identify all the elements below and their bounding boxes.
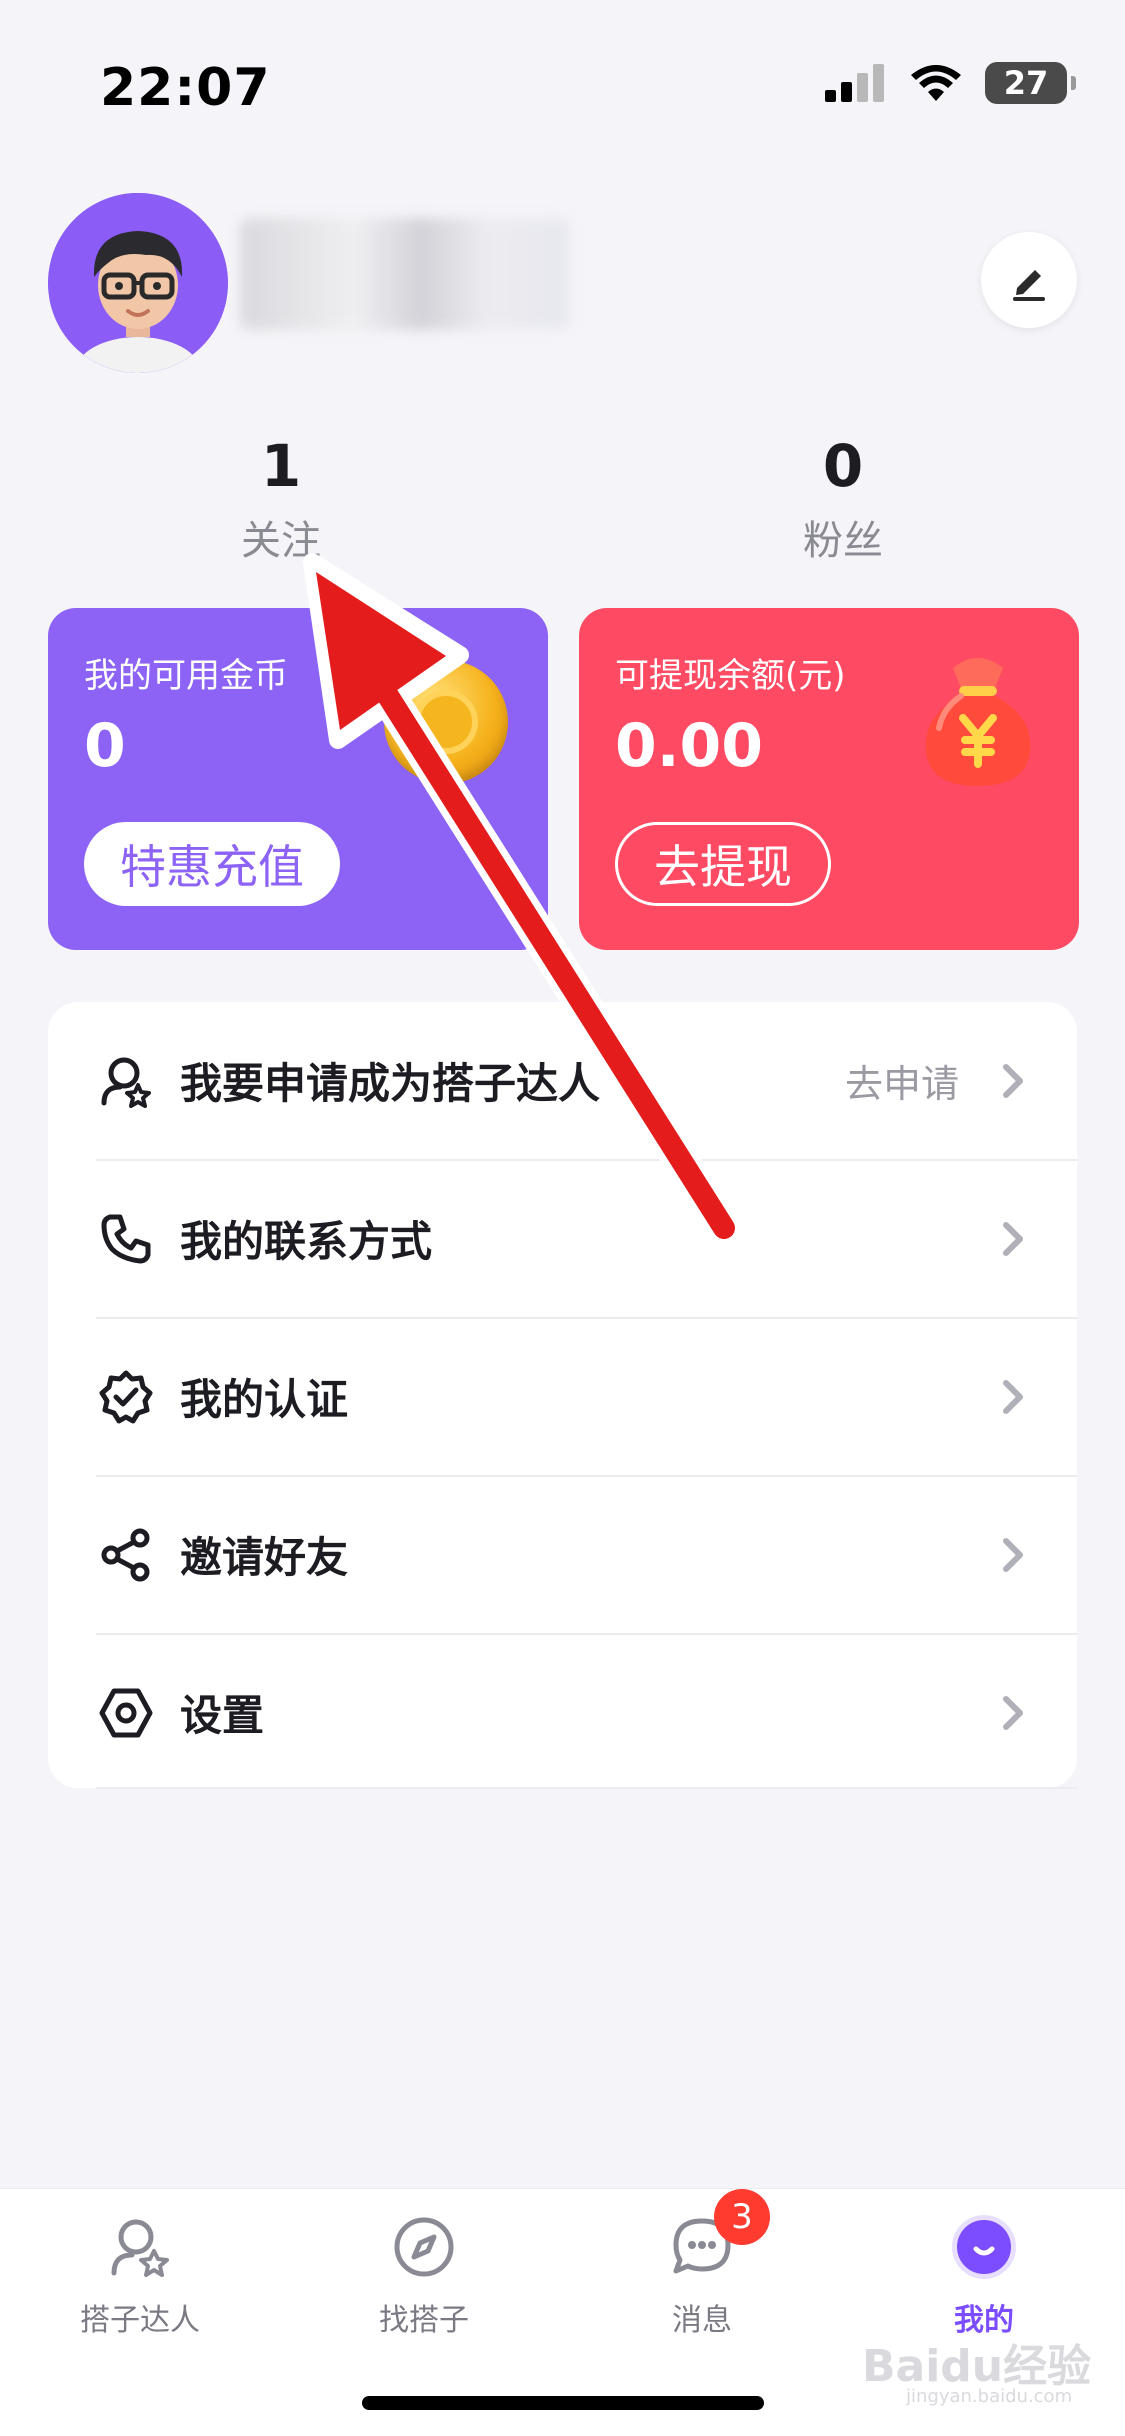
tab-find-partner[interactable]: 找搭子 xyxy=(334,2213,514,2339)
username-blurred xyxy=(240,218,570,330)
menu-item-settings[interactable]: 设置 xyxy=(48,1634,1077,1791)
menu-list: 我要申请成为搭子达人 去申请 我的联系方式 我的认证 邀请好友 设置 xyxy=(48,1002,1077,1791)
menu-item-contact[interactable]: 我的联系方式 xyxy=(48,1160,1077,1317)
menu-label-settings: 设置 xyxy=(180,1691,265,1740)
chevron-right-icon xyxy=(1003,1695,1023,1730)
tab-me[interactable]: 我的 xyxy=(894,2213,1074,2339)
status-indicators: 27 xyxy=(825,62,1076,104)
expert-icon xyxy=(98,1053,154,1109)
menu-label-invite: 邀请好友 xyxy=(180,1533,349,1582)
menu-item-invite[interactable]: 邀请好友 xyxy=(48,1476,1077,1633)
stat-followers[interactable]: 0 粉丝 xyxy=(693,432,993,566)
avatar[interactable] xyxy=(48,193,228,373)
menu-label-contact: 我的联系方式 xyxy=(180,1217,433,1266)
tab-label: 找搭子 xyxy=(379,2303,469,2338)
battery-indicator: 27 xyxy=(985,62,1076,104)
menu-item-verification[interactable]: 我的认证 xyxy=(48,1318,1077,1475)
tab-expert[interactable]: 搭子达人 xyxy=(50,2213,230,2339)
phone-icon xyxy=(98,1211,154,1267)
following-count: 1 xyxy=(260,432,302,500)
pencil-icon xyxy=(1013,270,1045,301)
watermark-logo: Baidu经验 xyxy=(862,2341,1092,2392)
watermark-url: jingyan.baidu.com xyxy=(906,2386,1073,2407)
chevron-right-icon xyxy=(1003,1379,1023,1414)
following-label: 关注 xyxy=(241,518,321,564)
compass-icon xyxy=(390,2213,458,2281)
tab-messages[interactable]: 3 消息 xyxy=(612,2189,792,2339)
share-icon xyxy=(98,1527,154,1583)
divider xyxy=(96,1787,1077,1789)
cellular-signal-icon xyxy=(825,64,884,102)
avatar-illustration xyxy=(48,193,228,373)
chat-icon: 3 xyxy=(668,2189,770,2281)
gold-coin-icon xyxy=(384,660,508,784)
followers-count: 0 xyxy=(822,432,864,500)
tab-label: 消息 xyxy=(672,2303,732,2338)
edit-profile-button[interactable] xyxy=(981,232,1077,328)
status-time: 22:07 xyxy=(100,58,271,118)
wifi-icon xyxy=(911,65,961,101)
coins-card[interactable]: 我的可用金币 0 特惠充值 xyxy=(48,608,548,950)
settings-hexagon-icon xyxy=(98,1685,154,1741)
menu-extra-apply: 去申请 xyxy=(844,1062,959,1106)
followers-label: 粉丝 xyxy=(803,518,883,564)
chevron-right-icon xyxy=(1003,1221,1023,1256)
unread-badge: 3 xyxy=(714,2189,770,2245)
smile-icon xyxy=(950,2213,1018,2281)
stat-following[interactable]: 1 关注 xyxy=(131,432,431,566)
tab-label: 搭子达人 xyxy=(80,2303,200,2338)
menu-label-verification: 我的认证 xyxy=(180,1375,349,1424)
chevron-right-icon xyxy=(1003,1063,1023,1098)
expert-icon xyxy=(106,2213,174,2281)
verified-badge-icon xyxy=(98,1369,154,1425)
chevron-right-icon xyxy=(1003,1537,1023,1572)
menu-item-apply-expert[interactable]: 我要申请成为搭子达人 去申请 xyxy=(48,1002,1077,1159)
home-indicator xyxy=(362,2396,764,2410)
withdraw-button[interactable]: 去提现 xyxy=(615,822,831,906)
menu-label-apply-expert: 我要申请成为搭子达人 xyxy=(180,1059,601,1108)
recharge-button[interactable]: 特惠充值 xyxy=(84,822,340,906)
cash-card[interactable]: 可提现余额(元) 0.00 去提现 xyxy=(579,608,1079,950)
money-bag-icon xyxy=(925,658,1031,786)
